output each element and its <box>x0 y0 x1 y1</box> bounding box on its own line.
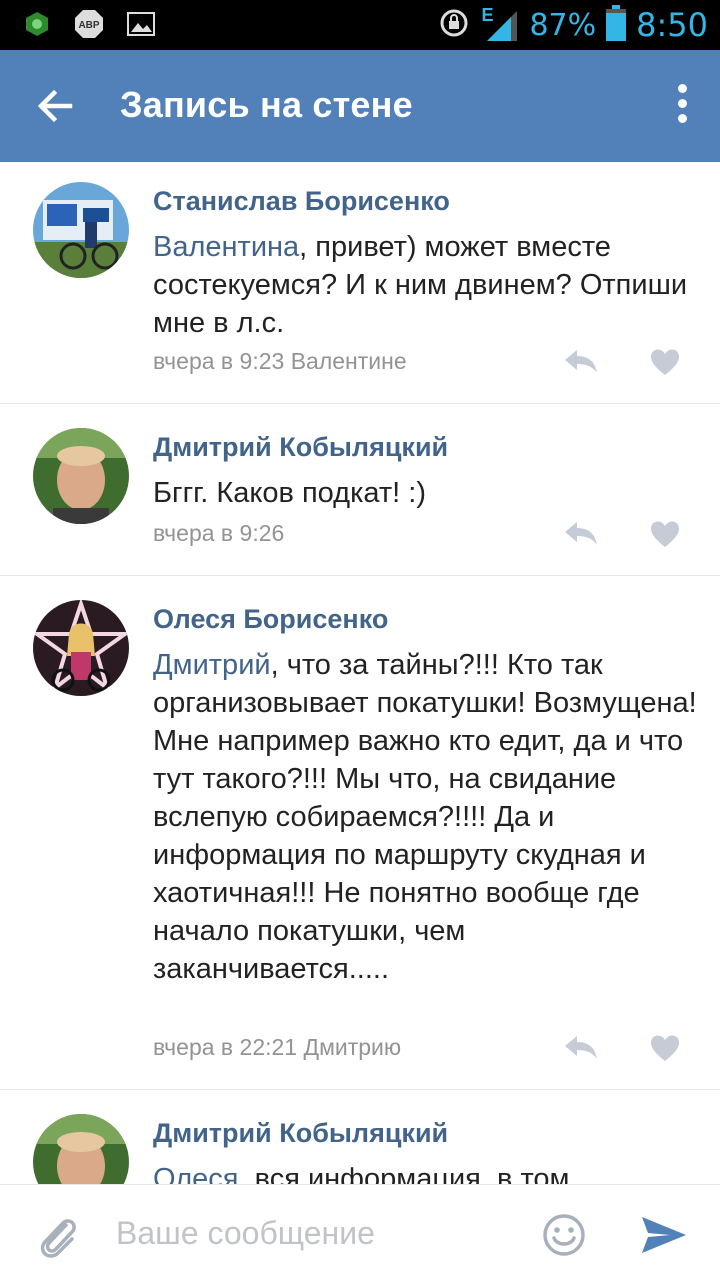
abp-icon: ABP <box>74 9 104 39</box>
clock: 8:50 <box>636 6 708 44</box>
comment-text: Валентина, привет) может вместе состекуе… <box>153 231 688 339</box>
message-input[interactable] <box>116 1211 516 1255</box>
more-vert-icon[interactable] <box>672 84 692 128</box>
app-icon <box>22 9 52 39</box>
avatar[interactable] <box>33 428 129 524</box>
arrow-left-icon[interactable] <box>30 80 82 132</box>
reply-icon[interactable] <box>563 348 599 374</box>
comment-item: Дмитрий Кобыляцкий Бггг. Каков подкат! :… <box>0 404 720 576</box>
comment-item: Дмитрий Кобыляцкий Олеся, вся информация… <box>0 1090 720 1184</box>
comment-text: Олеся, вся информация, в том <box>153 1160 698 1184</box>
paperclip-icon[interactable] <box>36 1213 78 1259</box>
comment-item: Олеся Борисенко Дмитрий, что за тайны?!!… <box>0 576 720 1090</box>
comments-list[interactable]: Станислав Борисенко Валентина, привет) м… <box>0 162 720 1184</box>
status-bar: ABP E 87% 8:50 <box>0 0 720 50</box>
heart-icon[interactable] <box>650 348 680 376</box>
comment-item: Станислав Борисенко Валентина, привет) м… <box>0 162 720 404</box>
comment-author[interactable]: Станислав Борисенко <box>153 186 450 217</box>
heart-icon[interactable] <box>650 1034 680 1062</box>
image-icon <box>126 9 156 39</box>
heart-icon[interactable] <box>650 520 680 548</box>
comment-text: Бггг. Каков подкат! :) <box>153 477 427 509</box>
page-title: Запись на стене <box>120 84 413 125</box>
avatar[interactable] <box>33 600 129 696</box>
send-icon[interactable] <box>640 1215 688 1255</box>
comment-meta: вчера в 9:26 <box>153 520 285 546</box>
comment-mention[interactable]: Олеся <box>153 1163 239 1184</box>
comment-mention[interactable]: Дмитрий <box>153 649 271 681</box>
battery-percent: 87% <box>529 7 597 43</box>
comment-author[interactable]: Дмитрий Кобыляцкий <box>153 432 448 463</box>
comment-meta: вчера в 22:21 Дмитрию <box>153 1034 402 1060</box>
message-composer <box>0 1184 720 1281</box>
emoji-icon[interactable] <box>542 1213 586 1257</box>
sync-icon <box>437 6 471 45</box>
comment-meta: вчера в 9:23 Валентине <box>153 348 407 374</box>
reply-icon[interactable] <box>563 520 599 546</box>
avatar[interactable] <box>33 182 129 278</box>
battery-icon <box>606 4 627 46</box>
svg-text:ABP: ABP <box>78 20 99 31</box>
comment-author[interactable]: Дмитрий Кобыляцкий <box>153 1118 448 1149</box>
comment-text: Дмитрий, что за тайны?!!! Кто так органи… <box>153 649 697 985</box>
app-toolbar: Запись на стене <box>0 50 720 162</box>
comment-author[interactable]: Олеся Борисенко <box>153 604 388 635</box>
signal-icon: E <box>481 5 519 43</box>
avatar[interactable] <box>33 1114 129 1184</box>
reply-icon[interactable] <box>563 1034 599 1060</box>
comment-mention[interactable]: Валентина <box>153 231 299 263</box>
